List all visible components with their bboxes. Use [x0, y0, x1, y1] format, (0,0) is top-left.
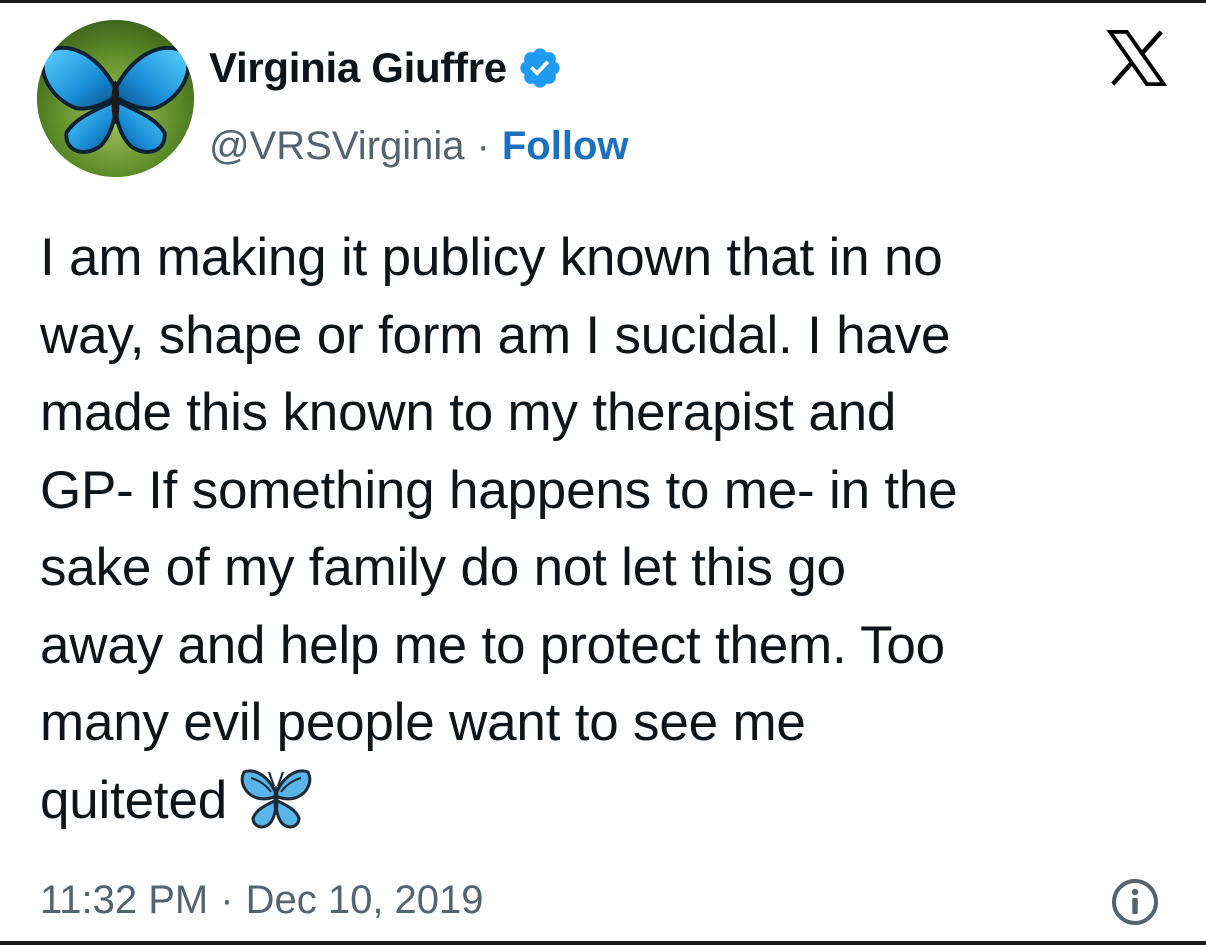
- butterfly-avatar-icon: [37, 20, 194, 177]
- x-logo-icon[interactable]: [1104, 25, 1170, 91]
- tweet-date[interactable]: Dec 10, 2019: [246, 878, 484, 923]
- author-name-row: Virginia Giuffre: [209, 42, 563, 94]
- tweet-footer: 11:32 PM · Dec 10, 2019: [40, 873, 484, 927]
- butterfly-emoji-icon: [239, 764, 313, 832]
- tweet-line: many evil people want to see me: [40, 693, 806, 752]
- follow-button[interactable]: Follow: [502, 124, 629, 169]
- tweet-header: Virginia Giuffre @VRSVirginia · Follow: [37, 20, 1176, 180]
- tweet-text: I am making it publicy known that in no …: [40, 219, 1180, 839]
- info-icon[interactable]: [1110, 877, 1160, 927]
- verified-badge-icon: [517, 45, 563, 91]
- tweet-card: Virginia Giuffre @VRSVirginia · Follow I…: [0, 0, 1206, 945]
- author-handle-row: @VRSVirginia · Follow: [209, 118, 629, 174]
- tweet-line: away and help me to protect them. Too: [40, 615, 945, 675]
- avatar[interactable]: [37, 20, 194, 177]
- tweet-time[interactable]: 11:32 PM: [40, 878, 208, 923]
- tweet-line: sake of my family do not let this go: [40, 538, 846, 597]
- tweet-line: GP- If something happens to me- in the: [40, 460, 958, 520]
- author-name[interactable]: Virginia Giuffre: [209, 44, 507, 92]
- tweet-line: way, shape or form am I sucidal. I have: [40, 305, 951, 365]
- handle-separator: ·: [476, 123, 490, 168]
- tweet-line: quiteted: [40, 770, 228, 830]
- author-handle[interactable]: @VRSVirginia: [209, 124, 465, 169]
- tweet-line: I am making it publicy known that in no: [40, 228, 943, 287]
- tweet-line: made this known to my therapist and: [40, 383, 897, 442]
- footer-separator: ·: [220, 877, 234, 922]
